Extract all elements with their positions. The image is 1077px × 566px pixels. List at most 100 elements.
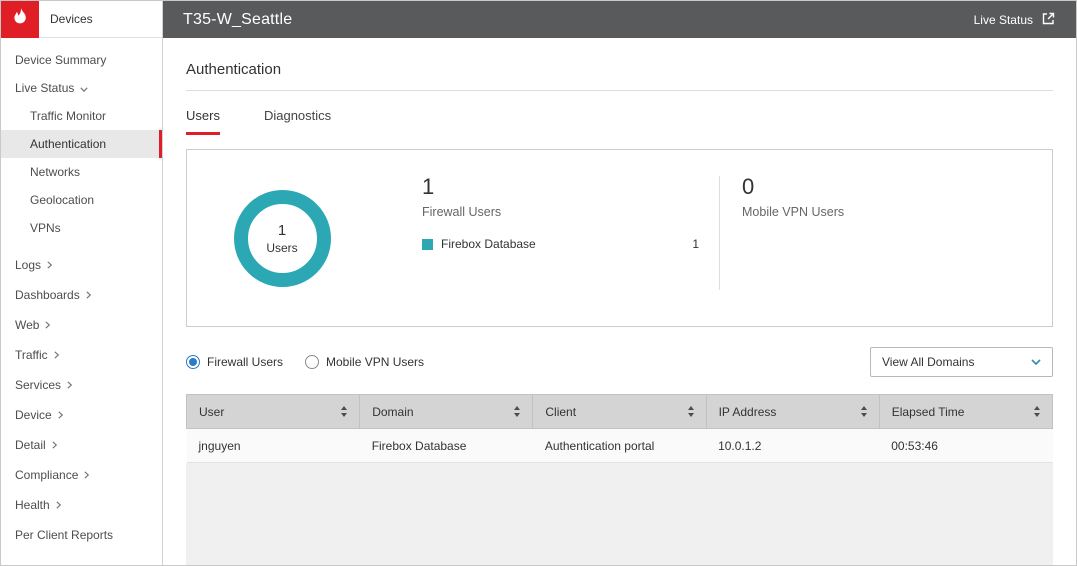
radio-button-icon <box>186 355 200 369</box>
sidebar-item-device-summary[interactable]: Device Summary <box>1 46 162 74</box>
app-window: Devices Device Summary Live Status Traff… <box>0 0 1077 566</box>
firewall-users-section: 1 Firewall Users Firebox Database 1 <box>377 150 719 326</box>
sort-icon <box>688 406 694 417</box>
mobile-vpn-users-count: 0 <box>742 174 1052 200</box>
sidebar-header: Devices <box>1 1 162 38</box>
tab-label: Users <box>186 108 220 123</box>
legend-value: 1 <box>692 237 699 251</box>
sidebar-nav: Device Summary Live Status Traffic Monit… <box>1 38 162 550</box>
live-status-link[interactable]: Live Status <box>974 11 1056 29</box>
legend-label: Firebox Database <box>441 237 536 251</box>
sidebar-item-geolocation[interactable]: Geolocation <box>1 186 162 214</box>
sidebar-brand-label: Devices <box>50 12 93 26</box>
sidebar-item-vpns[interactable]: VPNs <box>1 214 162 242</box>
tab-label: Diagnostics <box>264 108 331 123</box>
radio-button-icon <box>305 355 319 369</box>
sidebar-item-health[interactable]: Health <box>1 490 162 520</box>
sidebar-item-label: Dashboards <box>15 288 80 302</box>
sort-icon <box>1034 406 1040 417</box>
sidebar-item-compliance[interactable]: Compliance <box>1 460 162 490</box>
page-title: Authentication <box>186 61 1053 78</box>
chevron-right-icon <box>67 378 72 392</box>
cell-client: Authentication portal <box>533 429 706 463</box>
sort-icon <box>341 406 347 417</box>
sidebar-item-label: Health <box>15 498 50 512</box>
sidebar-item-label: Authentication <box>30 137 106 151</box>
chevron-right-icon <box>54 348 59 362</box>
sidebar-item-label: Geolocation <box>30 193 94 207</box>
sidebar-item-networks[interactable]: Networks <box>1 158 162 186</box>
sidebar-item-device[interactable]: Device <box>1 400 162 430</box>
sidebar-item-label: Device <box>15 408 52 422</box>
sort-icon <box>514 406 520 417</box>
sidebar-item-label: Per Client Reports <box>15 528 113 542</box>
legend-row: Firebox Database 1 <box>422 237 699 251</box>
sidebar-item-label: Compliance <box>15 468 78 482</box>
column-label: Elapsed Time <box>892 405 965 419</box>
sidebar-item-label: VPNs <box>30 221 61 235</box>
sidebar-item-services[interactable]: Services <box>1 370 162 400</box>
donut-total-value: 1 <box>278 222 286 239</box>
radio-mobile-vpn-users[interactable]: Mobile VPN Users <box>305 355 424 369</box>
firewall-users-label: Firewall Users <box>422 205 719 219</box>
live-status-label: Live Status <box>974 13 1033 27</box>
tab-users[interactable]: Users <box>186 108 220 135</box>
sidebar-item-per-client-reports[interactable]: Per Client Reports <box>1 520 162 550</box>
sidebar-item-label: Traffic Monitor <box>30 109 106 123</box>
sidebar-item-live-status[interactable]: Live Status <box>1 74 162 102</box>
table-empty-area <box>186 463 1053 565</box>
sidebar-item-label: Live Status <box>15 81 74 95</box>
column-label: Client <box>545 405 576 419</box>
chevron-down-icon <box>1031 359 1041 365</box>
sidebar-item-label: Detail <box>15 438 46 452</box>
column-header-domain[interactable]: Domain <box>360 395 533 429</box>
column-header-ip-address[interactable]: IP Address <box>706 395 879 429</box>
sidebar-item-label: Device Summary <box>15 53 106 67</box>
sidebar-item-logs[interactable]: Logs <box>1 250 162 280</box>
flame-icon <box>11 7 30 31</box>
tab-diagnostics[interactable]: Diagnostics <box>264 108 331 135</box>
mobile-vpn-users-label: Mobile VPN Users <box>742 205 1052 219</box>
chevron-right-icon <box>56 498 61 512</box>
sort-icon <box>861 406 867 417</box>
cell-elapsed-time: 00:53:46 <box>879 429 1052 463</box>
chevron-down-icon <box>80 81 88 95</box>
external-link-icon <box>1041 11 1056 29</box>
radio-label: Firewall Users <box>207 355 283 369</box>
table-row: jnguyen Firebox Database Authentication … <box>187 429 1053 463</box>
chevron-right-icon <box>84 468 89 482</box>
donut-total-label: Users <box>266 241 297 255</box>
column-header-client[interactable]: Client <box>533 395 706 429</box>
sidebar-item-web[interactable]: Web <box>1 310 162 340</box>
radio-label: Mobile VPN Users <box>326 355 424 369</box>
sidebar-item-traffic-monitor[interactable]: Traffic Monitor <box>1 102 162 130</box>
table-header-row: User Domain Client <box>187 395 1053 429</box>
users-table: User Domain Client <box>186 394 1053 463</box>
column-header-user[interactable]: User <box>187 395 360 429</box>
sidebar-item-traffic[interactable]: Traffic <box>1 340 162 370</box>
users-donut-chart: 1 Users <box>234 190 331 287</box>
cell-user: jnguyen <box>187 429 360 463</box>
cell-ip-address: 10.0.1.2 <box>706 429 879 463</box>
legend-swatch-firebox-database <box>422 239 433 250</box>
sidebar-item-detail[interactable]: Detail <box>1 430 162 460</box>
column-header-elapsed-time[interactable]: Elapsed Time <box>879 395 1052 429</box>
sidebar-item-dashboards[interactable]: Dashboards <box>1 280 162 310</box>
column-label: Domain <box>372 405 413 419</box>
tab-bar: Users Diagnostics <box>186 108 1053 135</box>
sidebar-item-label: Traffic <box>15 348 48 362</box>
radio-firewall-users[interactable]: Firewall Users <box>186 355 283 369</box>
sidebar: Devices Device Summary Live Status Traff… <box>1 1 163 565</box>
column-label: IP Address <box>719 405 777 419</box>
content: Authentication Users Diagnostics 1 Users <box>163 38 1076 565</box>
chevron-right-icon <box>47 258 52 272</box>
filter-row: Firewall Users Mobile VPN Users View All… <box>186 347 1053 377</box>
dropdown-value: View All Domains <box>882 355 974 369</box>
firewall-users-count: 1 <box>422 174 719 200</box>
sidebar-item-authentication[interactable]: Authentication <box>1 130 162 158</box>
watchguard-logo[interactable] <box>1 1 39 38</box>
main-area: T35-W_Seattle Live Status Authentication… <box>163 1 1076 565</box>
view-all-domains-dropdown[interactable]: View All Domains <box>870 347 1053 377</box>
device-title: T35-W_Seattle <box>183 11 292 29</box>
sidebar-item-label: Services <box>15 378 61 392</box>
